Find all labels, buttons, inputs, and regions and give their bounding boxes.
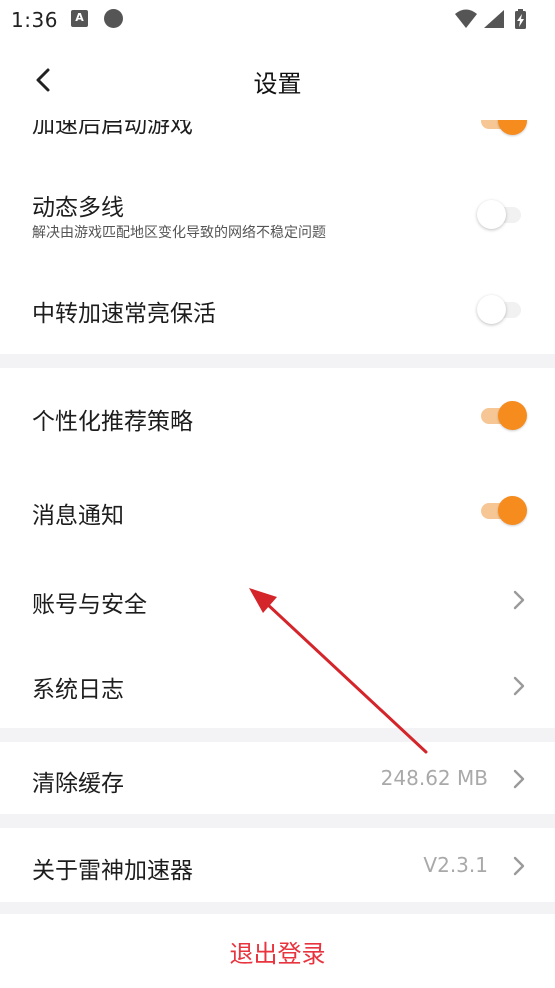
setting-label: 动态多线 bbox=[32, 195, 124, 221]
chevron-right-icon bbox=[513, 590, 525, 610]
section-divider bbox=[0, 814, 555, 828]
setting-label: 账号与安全 bbox=[32, 592, 147, 618]
setting-row-account-security[interactable]: 账号与安全 bbox=[0, 556, 555, 642]
section-divider bbox=[0, 902, 555, 914]
setting-label: 中转加速常亮保活 bbox=[32, 301, 216, 327]
setting-row-personalized[interactable]: 个性化推荐策略 bbox=[0, 368, 555, 462]
setting-label: 清除缓存 bbox=[32, 771, 124, 797]
setting-row-relay-keepalive[interactable]: 中转加速常亮保活 bbox=[0, 260, 555, 354]
logout-button[interactable]: 退出登录 bbox=[0, 934, 555, 969]
status-bar: 1:36 A bbox=[0, 0, 555, 40]
chevron-right-icon bbox=[513, 856, 525, 876]
notifications-toggle[interactable] bbox=[477, 493, 527, 527]
setting-label: 个性化推荐策略 bbox=[32, 409, 193, 435]
start-game-toggle[interactable] bbox=[477, 120, 527, 137]
cell-signal-icon bbox=[484, 10, 504, 28]
status-time: 1:36 bbox=[11, 8, 58, 32]
personalized-toggle[interactable] bbox=[477, 398, 527, 432]
chevron-right-icon bbox=[513, 769, 525, 789]
app-version-value: V2.3.1 bbox=[423, 853, 488, 877]
accessibility-icon: A bbox=[71, 10, 88, 27]
setting-row-dynamic-multiline[interactable]: 动态多线 解决由游戏匹配地区变化导致的网络不稳定问题 bbox=[0, 160, 555, 260]
setting-row-start-game[interactable]: 加速后启动游戏 bbox=[0, 120, 555, 160]
dynamic-multiline-toggle[interactable] bbox=[477, 197, 527, 231]
setting-label: 加速后启动游戏 bbox=[32, 120, 193, 138]
notification-dot-icon bbox=[104, 9, 123, 28]
setting-row-notifications[interactable]: 消息通知 bbox=[0, 462, 555, 556]
logout-row: 退出登录 bbox=[0, 914, 555, 988]
toggle-knob bbox=[498, 120, 527, 135]
accessibility-glyph: A bbox=[75, 11, 84, 24]
app-header: 设置 bbox=[0, 40, 555, 120]
section-divider bbox=[0, 728, 555, 742]
toggle-knob bbox=[498, 496, 527, 525]
setting-row-about[interactable]: 关于雷神加速器 V2.3.1 bbox=[0, 828, 555, 902]
cache-size-value: 248.62 MB bbox=[380, 766, 488, 790]
relay-keepalive-toggle[interactable] bbox=[477, 292, 527, 326]
chevron-right-icon bbox=[513, 676, 525, 696]
section-divider bbox=[0, 354, 555, 368]
toggle-knob bbox=[498, 401, 527, 430]
setting-label: 消息通知 bbox=[32, 503, 124, 529]
setting-label: 关于雷神加速器 bbox=[32, 858, 193, 884]
toggle-knob bbox=[477, 200, 506, 229]
settings-list[interactable]: 加速后启动游戏 动态多线 解决由游戏匹配地区变化导致的网络不稳定问题 中转加速常… bbox=[0, 120, 555, 988]
signal-battery-icons bbox=[455, 9, 526, 29]
setting-label: 系统日志 bbox=[32, 677, 124, 703]
page-title: 设置 bbox=[253, 70, 302, 98]
setting-row-system-log[interactable]: 系统日志 bbox=[0, 642, 555, 728]
setting-row-clear-cache[interactable]: 清除缓存 248.62 MB bbox=[0, 742, 555, 814]
setting-description: 解决由游戏匹配地区变化导致的网络不稳定问题 bbox=[32, 225, 326, 241]
wifi-icon bbox=[455, 9, 477, 28]
toggle-knob bbox=[477, 295, 506, 324]
